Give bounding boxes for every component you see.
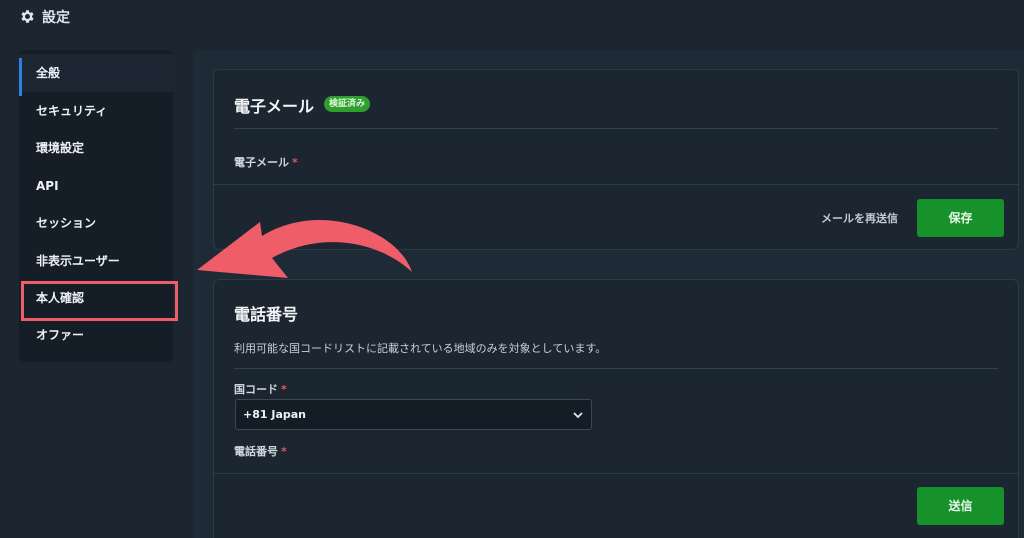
page-title: 設定 — [42, 10, 70, 26]
email-field-label: 電子メール * — [234, 154, 298, 170]
phone-footer-divider — [214, 473, 1018, 474]
country-code-label-text: 国コード — [234, 383, 278, 396]
page-header: 設定 — [0, 0, 1024, 34]
sidebar-item-security[interactable]: セキュリティ — [19, 92, 173, 130]
email-label-text: 電子メール — [234, 156, 289, 169]
required-marker: * — [281, 383, 287, 396]
required-marker: * — [281, 445, 287, 458]
country-code-label: 国コード * — [234, 381, 287, 397]
required-marker: * — [292, 156, 298, 169]
sidebar-item-sessions[interactable]: セッション — [19, 204, 173, 242]
phone-section-title: 電話番号 — [234, 305, 299, 324]
phone-number-label: 電話番号 * — [234, 443, 287, 459]
phone-description: 利用可能な国コードリストに記載されている地域のみを対象としています。 — [234, 342, 607, 355]
sidebar-item-offers[interactable]: オファー — [19, 316, 173, 354]
sidebar-item-preferences[interactable]: 環境設定 — [19, 129, 173, 167]
email-section-title: 電子メール — [234, 97, 315, 116]
phone-divider — [234, 368, 998, 369]
sidebar-item-general[interactable]: 全般 — [19, 54, 173, 96]
phone-number-label-text: 電話番号 — [234, 445, 278, 458]
resend-email-button[interactable]: メールを再送信 — [821, 210, 898, 226]
verified-badge: 検証済み — [324, 96, 371, 112]
send-button[interactable]: 送信 — [917, 487, 1004, 525]
sidebar-item-hidden-users[interactable]: 非表示ユーザー — [19, 242, 173, 280]
sidebar-item-identity-verification[interactable]: 本人確認 — [19, 279, 173, 317]
country-code-value: +81 Japan — [243, 408, 306, 421]
settings-sidebar: 全般 セキュリティ 環境設定 API セッション 非表示ユーザー 本人確認 オフ… — [19, 50, 173, 362]
email-card: 電子メール 検証済み 電子メール * メールを再送信 保存 — [213, 69, 1019, 250]
email-divider — [234, 128, 998, 129]
save-button[interactable]: 保存 — [917, 199, 1004, 237]
email-footer-divider — [214, 184, 1018, 185]
chevron-down-icon — [573, 412, 583, 419]
country-code-select[interactable]: +81 Japan — [235, 399, 592, 430]
sidebar-item-api[interactable]: API — [19, 167, 173, 205]
gear-icon — [21, 10, 34, 23]
settings-screen: 設定 全般 セキュリティ 環境設定 API セッション 非表示ユーザー 本人確認… — [0, 0, 1024, 538]
phone-card: 電話番号 利用可能な国コードリストに記載されている地域のみを対象としています。 … — [213, 279, 1019, 538]
